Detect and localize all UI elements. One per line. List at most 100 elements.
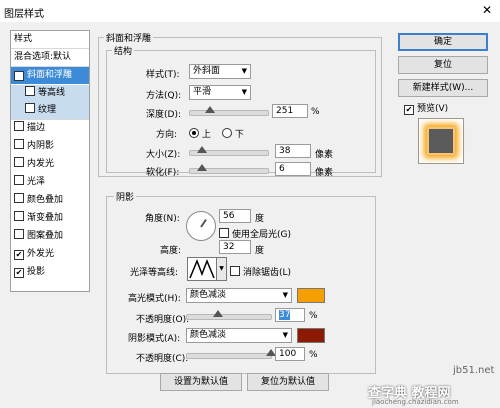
checkbox-icon[interactable]: ✔ [14,71,24,81]
sidebar-item-outer-glow[interactable]: ✔ 外发光 [11,246,89,263]
shadow-opacity-slider[interactable] [186,349,276,359]
checkbox-icon[interactable] [14,175,24,185]
sidebar-item-label: 内发光 [27,159,55,169]
checkbox-icon[interactable] [14,157,24,167]
angle-dial[interactable] [186,211,216,241]
chevron-down-icon: ▼ [282,331,288,339]
highlight-mode-select[interactable]: 颜色减淡 ▼ [186,288,292,303]
blend-options-item[interactable]: 混合选项:默认 [11,49,89,66]
checkbox-icon[interactable] [25,103,35,113]
checkbox-icon[interactable] [25,86,35,96]
highlight-opacity-value: 37 [279,310,291,320]
preview-swatch [427,127,455,155]
size-input[interactable]: 38 [275,144,311,158]
global-light-checkbox[interactable]: 使用全局光(G) [219,227,291,240]
chevron-down-icon: ▼ [282,291,288,299]
altitude-input[interactable]: 32 [219,240,251,254]
highlight-opacity-input[interactable]: 37 [275,308,305,322]
antialias-checkbox[interactable]: 消除锯齿(L) [230,265,291,278]
style-label: 样式(T): [146,70,180,80]
angle-dial-needle [200,218,207,228]
new-style-button[interactable]: 新建样式(W)... [398,79,488,97]
checkbox-icon[interactable] [14,139,24,149]
sidebar-item-label: 渐变叠加 [27,213,64,223]
direction-down-radio[interactable]: 下 [222,127,244,140]
antialias-label: 消除锯齿(L) [243,268,292,278]
chevron-down-icon[interactable]: ▼ [216,257,227,281]
sidebar-item-pattern-overlay[interactable]: 图案叠加 [11,228,89,245]
checkbox-icon[interactable]: ✔ [404,105,414,115]
shadow-opacity-unit: % [309,350,318,360]
reset-button[interactable]: 复位 [398,56,488,74]
sidebar-item-gradient-overlay[interactable]: 渐变叠加 [11,210,89,227]
radio-icon[interactable] [222,128,232,138]
checkbox-icon[interactable]: ✔ [14,268,24,278]
highlight-mode-label: 高光模式(H): [128,294,181,304]
sidebar-item-inner-shadow[interactable]: 内阴影 [11,138,89,155]
soften-slider[interactable] [189,164,269,174]
shadow-mode-select[interactable]: 颜色减淡 ▼ [186,328,292,343]
sidebar-item-label: 光泽 [27,177,46,187]
gloss-contour-preview[interactable] [187,257,217,281]
style-select[interactable]: 外斜面 ▼ [189,64,251,79]
sidebar-item-contour[interactable]: 等高线 [11,85,89,102]
direction-up-label: 上 [201,130,211,140]
styles-list: 样式 混合选项:默认 ✔ 斜面和浮雕 等高线 纹理 描边 内阴影 内发光 光泽 颜… [10,30,90,292]
altitude-label: 高度: [160,246,182,256]
sidebar-item-label: 外发光 [27,249,55,259]
sidebar-item-inner-glow[interactable]: 内发光 [11,156,89,173]
size-slider-thumb[interactable] [196,146,207,153]
sidebar-item-bevel-emboss[interactable]: ✔ 斜面和浮雕 [11,67,89,84]
depth-unit: % [311,107,320,117]
shadow-color-swatch[interactable] [297,328,325,343]
technique-select[interactable]: 平滑 ▼ [189,85,251,100]
soften-slider-thumb[interactable] [197,164,208,171]
sidebar-item-satin[interactable]: 光泽 [11,174,89,191]
angle-input[interactable]: 56 [219,209,251,223]
ok-button[interactable]: 确定 [398,33,488,51]
structure-title: 结构 [112,44,135,57]
highlight-opacity-slider[interactable] [186,310,272,320]
close-icon[interactable]: ✕ [482,3,492,17]
angle-unit: 度 [255,214,265,224]
highlight-color-swatch[interactable] [297,288,325,303]
checkbox-icon[interactable] [230,266,240,276]
radio-icon[interactable] [189,128,199,138]
shadow-opacity-input[interactable]: 100 [275,347,305,361]
make-default-button[interactable]: 设置为默认值 [160,373,242,391]
shadow-opacity-label: 不透明度(C): [136,354,189,364]
checkbox-icon[interactable] [219,228,229,238]
contour-curve-icon [189,258,215,279]
soften-unit: 像素 [315,168,334,178]
sidebar-item-stroke[interactable]: 描边 [11,120,89,137]
sidebar-item-label: 内阴影 [27,141,55,151]
checkbox-icon[interactable] [14,211,24,221]
reset-default-button[interactable]: 复位为默认值 [247,373,329,391]
bevel-section-title: 斜面和浮雕 [104,31,154,44]
style-value: 外斜面 [193,66,221,76]
highlight-opacity-thumb[interactable] [213,310,224,317]
angle-label: 角度(N): [145,214,180,224]
sidebar-item-label: 等高线 [38,88,66,98]
depth-slider-thumb[interactable] [204,106,215,113]
checkbox-icon[interactable] [14,229,24,239]
preview-checkbox[interactable]: ✔ 预览(V) [404,101,448,115]
sidebar-item-label: 投影 [27,267,46,277]
style-preview [418,118,464,164]
sidebar-item-label: 图案叠加 [27,231,64,241]
checkbox-icon[interactable]: ✔ [14,250,24,260]
size-slider[interactable] [189,146,269,156]
sidebar-item-color-overlay[interactable]: 颜色叠加 [11,192,89,209]
depth-slider[interactable] [189,106,269,116]
sidebar-item-drop-shadow[interactable]: ✔ 投影 [11,264,89,281]
sidebar-item-texture[interactable]: 纹理 [11,102,89,119]
depth-input[interactable]: 251 [272,104,308,118]
checkbox-icon[interactable] [14,193,24,203]
technique-value: 平滑 [193,87,212,97]
styles-header: 样式 [14,34,33,44]
direction-up-radio[interactable]: 上 [189,127,211,140]
soften-input[interactable]: 6 [275,162,311,176]
checkbox-icon[interactable] [14,121,24,131]
sidebar-item-label: 颜色叠加 [27,195,64,205]
sidebar-item-label: 描边 [27,123,46,133]
